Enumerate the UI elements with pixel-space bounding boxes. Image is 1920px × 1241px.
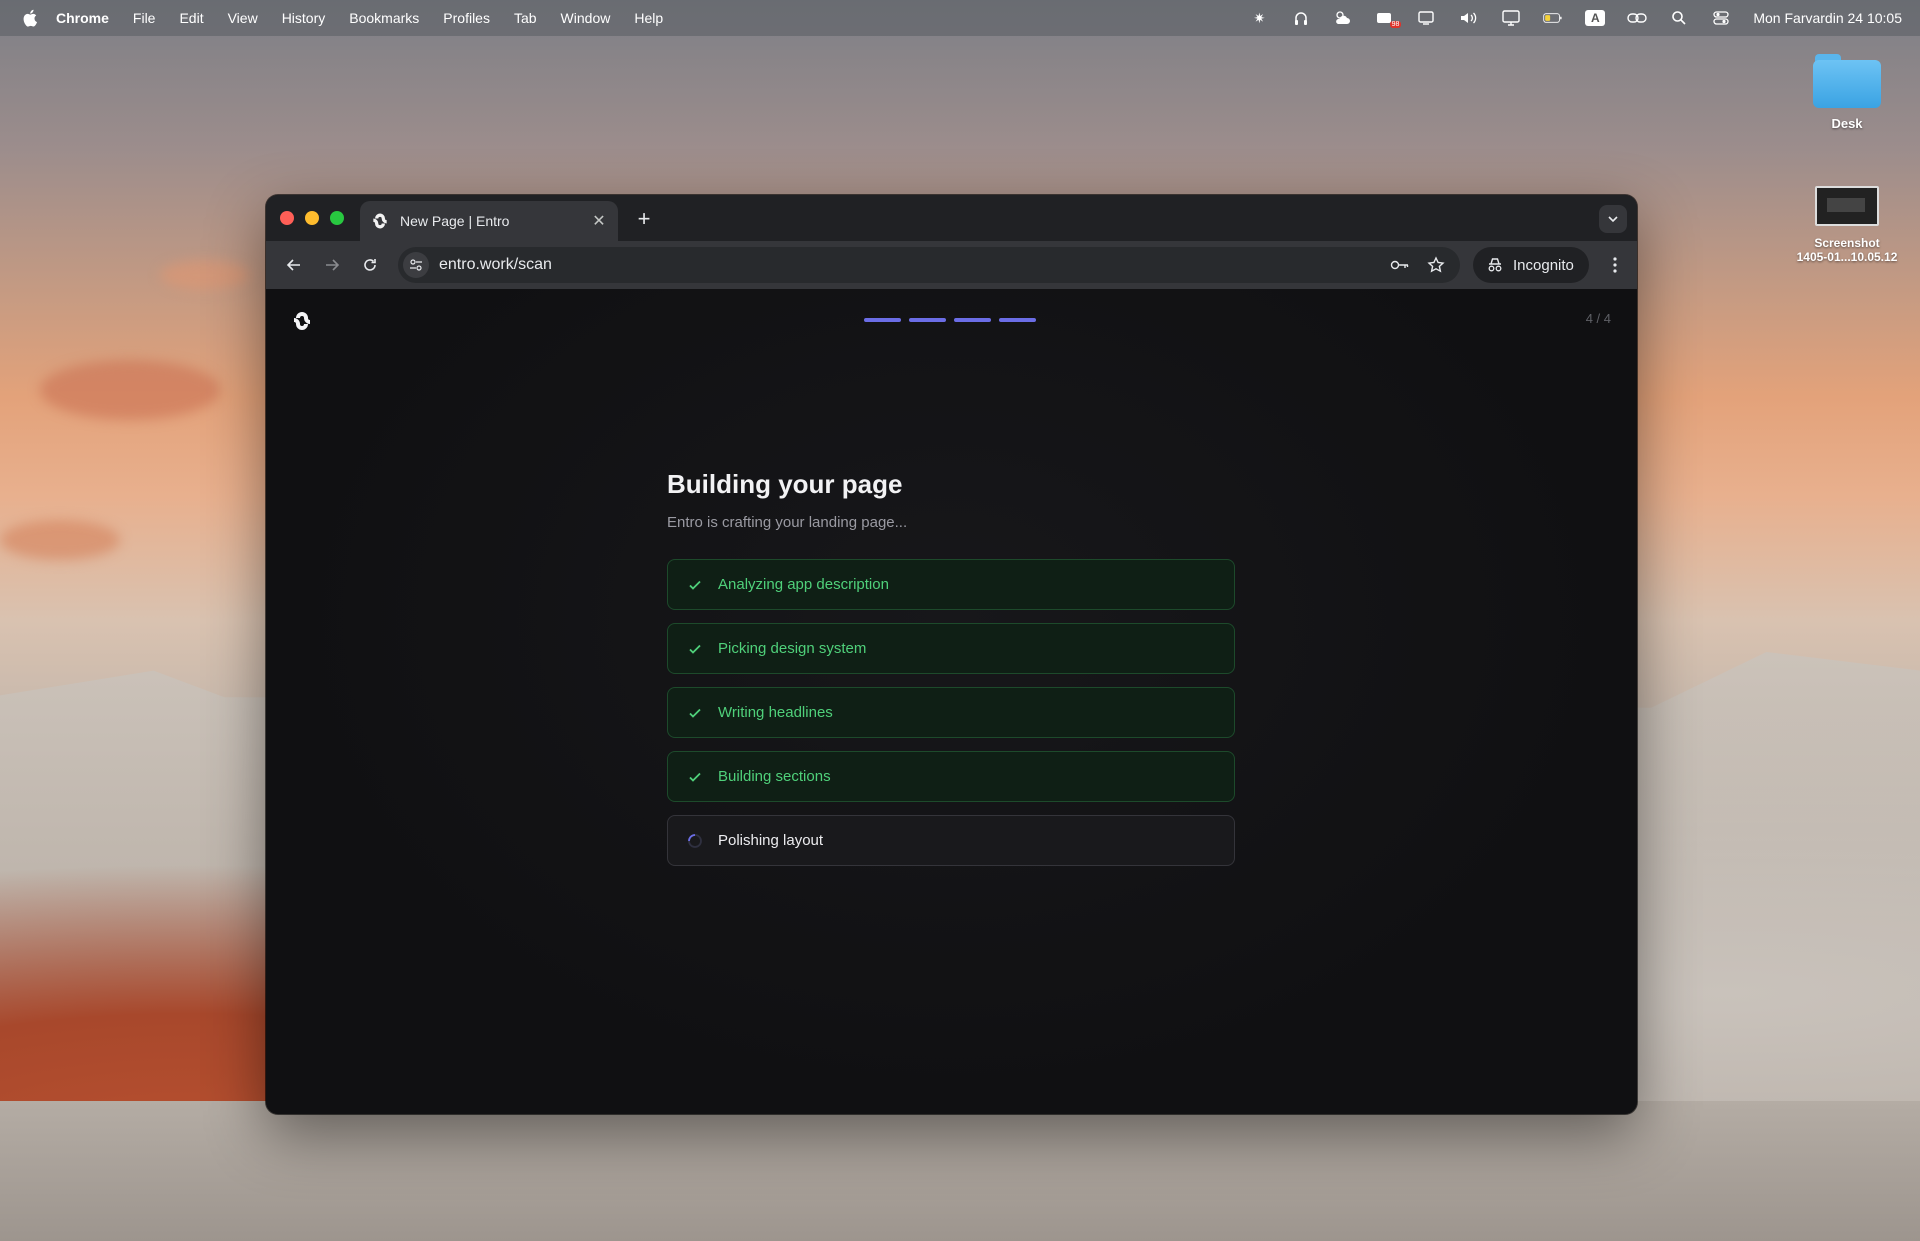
input-source-icon[interactable]: A	[1585, 10, 1606, 26]
desktop-folder-label: Desk	[1831, 116, 1863, 131]
build-step-label: Picking design system	[718, 640, 867, 657]
menu-view[interactable]: View	[228, 10, 258, 26]
control-center-icon[interactable]	[1711, 10, 1731, 26]
display-mirroring-icon[interactable]	[1417, 10, 1437, 26]
weather-icon[interactable]	[1333, 10, 1353, 26]
browser-tab-active[interactable]: New Page | Entro ✕	[360, 201, 618, 241]
volume-icon[interactable]	[1459, 10, 1479, 26]
page-title: Building your page	[667, 469, 903, 499]
wallpaper-cloud	[160, 260, 250, 290]
progress-segment	[999, 318, 1036, 322]
forward-button[interactable]	[316, 249, 348, 281]
progress-segment	[954, 318, 991, 322]
check-icon	[686, 640, 704, 658]
incognito-label: Incognito	[1513, 256, 1574, 274]
build-step-label: Building sections	[718, 768, 831, 785]
wallpaper-foreground	[0, 1101, 1920, 1241]
check-icon	[686, 704, 704, 722]
spotlight-search-icon[interactable]	[1669, 10, 1689, 26]
close-window-button[interactable]	[280, 211, 294, 225]
build-step-label: Writing headlines	[718, 704, 833, 721]
desktop-file-screenshot[interactable]: Screenshot 1405-01...10.05.12	[1782, 186, 1912, 264]
tab-strip: New Page | Entro ✕ +	[266, 195, 1637, 241]
arrow-left-icon	[286, 259, 300, 271]
desktop-file-label-line2: 1405-01...10.05.12	[1796, 250, 1898, 264]
address-bar[interactable]: entro.work/scan	[398, 247, 1460, 283]
menu-bar: Chrome File Edit View History Bookmarks …	[0, 0, 1920, 36]
build-step-label: Polishing layout	[718, 832, 824, 849]
build-step-analyzing: Analyzing app description	[667, 559, 1235, 610]
menu-edit[interactable]: Edit	[179, 10, 203, 26]
browser-window: New Page | Entro ✕ + entro.work/scan Inc…	[266, 195, 1637, 1114]
menu-bookmarks[interactable]: Bookmarks	[349, 10, 419, 26]
arrow-right-icon	[326, 259, 340, 271]
browser-toolbar: entro.work/scan Incognito	[266, 241, 1637, 289]
screen-icon[interactable]	[1501, 10, 1521, 26]
status-area: ✷ 98 A Mon Farvardin 24 10:05	[1249, 0, 1902, 36]
page-viewport: 4 / 4 Building your page Entro is crafti…	[266, 289, 1637, 1114]
menu-profiles[interactable]: Profiles	[443, 10, 490, 26]
headphones-icon[interactable]	[1291, 10, 1311, 26]
site-info-icon[interactable]	[403, 252, 429, 278]
progress-segment	[864, 318, 901, 322]
more-vert-icon	[1613, 257, 1617, 273]
fullscreen-window-button[interactable]	[330, 211, 344, 225]
menu-app-chrome[interactable]: Chrome	[56, 10, 109, 26]
build-step-label: Analyzing app description	[718, 576, 889, 593]
menu-window[interactable]: Window	[561, 10, 611, 26]
chrome-menu-button[interactable]	[1605, 255, 1625, 275]
back-button[interactable]	[278, 249, 310, 281]
check-icon	[686, 768, 704, 786]
tab-search-button[interactable]	[1599, 205, 1627, 233]
brightness-icon[interactable]: ✷	[1249, 10, 1269, 26]
incognito-icon	[1488, 258, 1502, 272]
minimize-window-button[interactable]	[305, 211, 319, 225]
reload-button[interactable]	[354, 249, 386, 281]
menu-tab[interactable]: Tab	[514, 10, 537, 26]
desktop-folder-desk[interactable]: Desk	[1792, 54, 1902, 131]
check-icon	[686, 576, 704, 594]
wallpaper-cloud	[40, 360, 220, 420]
wallpaper-cloud	[0, 520, 120, 560]
build-step-sections: Building sections	[667, 751, 1235, 802]
battery-icon[interactable]	[1543, 10, 1563, 26]
password-key-icon[interactable]	[1384, 249, 1416, 281]
chevron-down-icon	[1608, 216, 1618, 223]
desktop-file-label-line1: Screenshot	[1814, 236, 1880, 250]
progress-segment	[909, 318, 946, 322]
window-controls	[280, 211, 344, 225]
url-text[interactable]: entro.work/scan	[439, 256, 1384, 274]
spinner-icon	[686, 832, 704, 850]
notification-app-icon[interactable]: 98	[1375, 10, 1402, 28]
apple-icon[interactable]	[22, 9, 38, 27]
reload-icon	[364, 259, 376, 271]
build-step-headlines: Writing headlines	[667, 687, 1235, 738]
notification-badge: 98	[1389, 21, 1402, 28]
menu-help[interactable]: Help	[634, 10, 663, 26]
progress-stepper	[864, 318, 1036, 322]
page-subtitle: Entro is crafting your landing page...	[667, 514, 908, 531]
menubar-clock[interactable]: Mon Farvardin 24 10:05	[1753, 10, 1902, 26]
link-icon[interactable]	[1627, 10, 1648, 26]
new-tab-button[interactable]: +	[630, 205, 658, 233]
entro-favicon-icon	[373, 213, 387, 229]
build-step-polishing: Polishing layout	[667, 815, 1235, 866]
tab-title: New Page | Entro	[400, 213, 510, 229]
screenshot-thumbnail-icon	[1815, 186, 1879, 226]
folder-icon	[1813, 54, 1881, 108]
build-step-design-system: Picking design system	[667, 623, 1235, 674]
menu-history[interactable]: History	[282, 10, 326, 26]
menu-file[interactable]: File	[133, 10, 156, 26]
step-counter: 4 / 4	[1585, 311, 1611, 326]
close-tab-icon[interactable]: ✕	[590, 212, 608, 230]
bookmark-star-icon[interactable]	[1420, 249, 1452, 281]
incognito-indicator[interactable]: Incognito	[1473, 247, 1589, 283]
entro-logo-icon[interactable]	[290, 309, 314, 333]
build-progress-panel: Building your page Entro is crafting you…	[667, 469, 1235, 879]
